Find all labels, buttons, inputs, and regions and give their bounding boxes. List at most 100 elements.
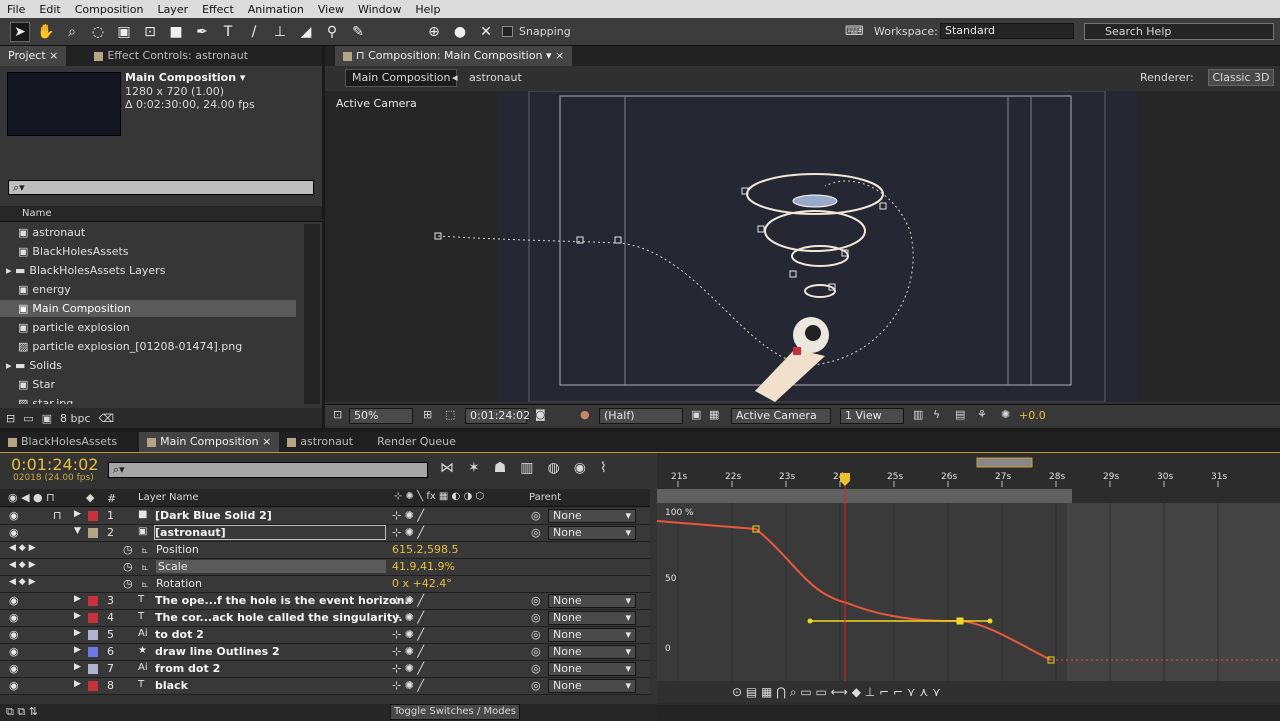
breadcrumb-astronaut[interactable]: astronaut <box>469 71 522 84</box>
layer-row[interactable]: ◉ ⊓ ▶ 1 ■ [Dark Blue Solid 2] ⊹ ✺ ╱ ◎ None ▾ <box>0 508 650 525</box>
visibility-eye-icon[interactable]: ◉ <box>9 662 19 675</box>
project-item[interactable]: ▣ astronaut <box>0 224 296 241</box>
current-time-field[interactable]: 0:01:24:02 <box>465 408 530 424</box>
property-value[interactable]: 0 x +42.4° <box>392 577 452 590</box>
grid-icon[interactable]: ⊞ <box>423 408 432 421</box>
selection-tool-icon[interactable]: ➤ <box>10 21 30 42</box>
viewer[interactable]: Active Camera <box>325 91 1280 402</box>
parent-dropdown[interactable]: None ▾ <box>548 509 636 523</box>
trash-icon[interactable]: ⌫ <box>99 412 115 425</box>
current-timecode[interactable]: 0:01:24:02 <box>11 455 98 474</box>
roto-brush-tool-icon[interactable]: ⚲ <box>322 22 342 42</box>
property-row-position[interactable]: ◀ ◆ ▶ ◷ ⦜ Position 615.2,598.5 <box>0 542 650 559</box>
layer-switches[interactable]: ⊹ ✺ ╱ <box>392 679 424 692</box>
property-name[interactable]: Scale <box>156 560 386 573</box>
project-item[interactable]: ▣ Star <box>0 376 296 393</box>
graph-toggle-icon[interactable]: ⦜ <box>142 577 148 591</box>
hand-tool-icon[interactable]: ✋ <box>36 22 56 42</box>
menu-file[interactable]: File <box>0 3 32 16</box>
project-item[interactable]: ▸ ▬ Solids <box>0 357 296 374</box>
pick-whip-icon[interactable]: ◎ <box>531 662 541 675</box>
pick-whip-icon[interactable]: ◎ <box>531 594 541 607</box>
snapshot-icon[interactable]: ◙ <box>535 408 546 421</box>
layer-switches[interactable]: ⊹ ✺ ╱ <box>392 611 424 624</box>
property-value[interactable]: 615.2,598.5 <box>392 543 458 556</box>
keyframe-navigator-icon[interactable]: ◀ ◆ ▶ <box>9 543 36 553</box>
layer-name[interactable]: black <box>155 679 188 692</box>
brainstorm-icon[interactable]: ◉ <box>574 460 586 476</box>
stopwatch-icon[interactable]: ◷ <box>123 560 133 573</box>
layer-row[interactable]: ◉ ▶ 7 Ai from dot 2 ⊹ ✺ ╱ ◎ None ▾ <box>0 661 650 678</box>
channel-icon[interactable]: ● <box>580 408 590 421</box>
breadcrumb-main-composition[interactable]: Main Composition <box>345 69 458 87</box>
frame-blending-icon[interactable]: ▥ <box>520 460 533 476</box>
parent-dropdown[interactable]: None ▾ <box>548 611 636 625</box>
new-folder-icon[interactable]: ▭ <box>23 412 33 425</box>
parent-dropdown[interactable]: None ▾ <box>548 526 636 540</box>
menu-animation[interactable]: Animation <box>241 3 311 16</box>
visibility-eye-icon[interactable]: ◉ <box>9 526 19 539</box>
world-axis-icon[interactable]: ✕ <box>476 22 496 42</box>
tab-effect-controls[interactable]: Effect Controls: astronaut <box>86 46 256 66</box>
tab-blackholesassets[interactable]: BlackHolesAssets <box>0 432 125 452</box>
flowchart-icon[interactable]: ⚘ <box>977 408 987 421</box>
layer-switches[interactable]: ⊹ ✺ ╱ <box>392 628 424 641</box>
parent-dropdown[interactable]: None ▾ <box>548 679 636 693</box>
layer-switches[interactable]: ⊹ ✺ ╱ <box>392 594 424 607</box>
layer-row[interactable]: ◉ ▶ 4 T The cor...ack hole called the singul… <box>0 610 650 627</box>
project-item[interactable]: ▨ star.jpg <box>0 395 296 404</box>
camera-view-dropdown[interactable]: Active Camera <box>731 408 831 424</box>
fast-preview-icon[interactable]: ϟ <box>933 408 940 421</box>
visibility-eye-icon[interactable]: ◉ <box>9 594 19 607</box>
puppet-tool-icon[interactable]: ✎ <box>348 22 368 42</box>
renderer-dropdown[interactable]: Classic 3D <box>1208 69 1274 86</box>
tab-main-composition[interactable]: Main Composition × <box>139 432 280 452</box>
property-row-rotation[interactable]: ◀ ◆ ▶ ◷ ⦜ Rotation 0 x +42.4° <box>0 576 650 593</box>
toggle-pixel-icon[interactable]: ▥ <box>913 408 923 421</box>
layer-row[interactable]: ◉ ▼ 2 ▣ [astronaut] ⊹ ✺ ╱ ◎ None ▾ <box>0 525 650 542</box>
rectangle-tool-icon[interactable]: ■ <box>166 22 186 42</box>
project-item[interactable]: ▸ ▬ BlackHolesAssets Layers <box>0 262 296 279</box>
menu-edit[interactable]: Edit <box>32 3 67 16</box>
axis-icon[interactable]: ⊕ <box>424 22 444 42</box>
property-value[interactable]: 41.9,41.9% <box>392 560 455 573</box>
project-item[interactable]: ▨ particle explosion_[01208-01474].png <box>0 338 296 355</box>
label-color[interactable] <box>88 630 98 640</box>
menu-layer[interactable]: Layer <box>150 3 195 16</box>
tab-project[interactable]: Project × <box>0 46 67 66</box>
rotate-tool-icon[interactable]: ◌ <box>88 22 108 42</box>
keyframe-navigator-icon[interactable]: ◀ ◆ ▶ <box>9 560 36 570</box>
project-item[interactable]: ▣ BlackHolesAssets <box>0 243 296 260</box>
expand-triangle-icon[interactable]: ▶ <box>74 628 81 638</box>
label-color[interactable] <box>88 596 98 606</box>
layer-row[interactable]: ◉ ▶ 3 T The ope...f the hole is the event ho… <box>0 593 650 610</box>
pan-behind-tool-icon[interactable]: ⊡ <box>140 22 160 42</box>
label-color[interactable] <box>88 647 98 657</box>
layer-switches[interactable]: ⊹ ✺ ╱ <box>392 509 424 522</box>
toggle-switches-modes-button[interactable]: Toggle Switches / Modes <box>390 704 520 720</box>
mask-visibility-icon[interactable]: ⬚ <box>445 408 455 421</box>
project-item[interactable]: ▣ particle explosion <box>0 319 296 336</box>
workspace-dropdown[interactable]: Standard <box>940 23 1074 39</box>
parent-dropdown[interactable]: None ▾ <box>548 594 636 608</box>
interpret-footage-icon[interactable]: ⊟ <box>6 412 15 425</box>
menu-composition[interactable]: Composition <box>68 3 151 16</box>
visibility-eye-icon[interactable]: ◉ <box>9 679 19 692</box>
pick-whip-icon[interactable]: ◎ <box>531 611 541 624</box>
layer-switches[interactable]: ⊹ ✺ ╱ <box>392 662 424 675</box>
visibility-eye-icon[interactable]: ◉ <box>9 611 19 624</box>
sphere-icon[interactable]: ● <box>450 22 470 42</box>
layer-row[interactable]: ◉ ▶ 5 Ai to dot 2 ⊹ ✺ ╱ ◎ None ▾ <box>0 627 650 644</box>
property-name[interactable]: Rotation <box>156 577 202 590</box>
visibility-eye-icon[interactable]: ◉ <box>9 628 19 641</box>
graph-editor-icon[interactable]: ⌇ <box>600 460 607 476</box>
layer-row[interactable]: ◉ ▶ 6 ★ draw line Outlines 2 ⊹ ✺ ╱ ◎ None ▾ <box>0 644 650 661</box>
layer-switches[interactable]: ⊹ ✺ ╱ <box>392 526 424 539</box>
menu-help[interactable]: Help <box>408 3 447 16</box>
expand-panes-icons[interactable]: ⧉ ⧉ ⇅ <box>6 705 38 719</box>
lock-icon[interactable]: ⊓ <box>53 509 62 522</box>
project-item[interactable]: ▣ Main Composition <box>0 300 296 317</box>
zoom-tool-icon[interactable]: ⌕ <box>62 22 82 42</box>
layer-name[interactable]: The cor...ack hole called the singularit… <box>155 611 403 624</box>
collapse-triangle-icon[interactable]: ▼ <box>74 526 81 536</box>
